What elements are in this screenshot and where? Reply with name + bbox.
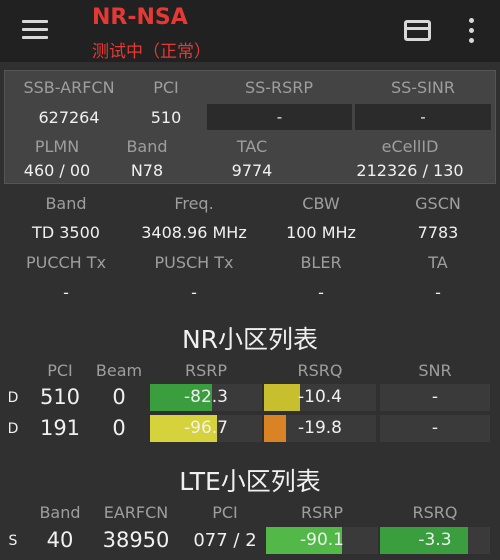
label-gscn: GSCN (415, 194, 461, 213)
lte-row-rsrp-bar: -90.1 (266, 527, 378, 554)
nr-row-beam: 0 (112, 385, 126, 409)
app-title: NR-NSA (92, 5, 188, 30)
label-pucch-tx: PUCCH Tx (25, 253, 107, 272)
value-tac: 9774 (231, 161, 273, 180)
lte-row-rsrq-value: -3.3 (418, 530, 452, 550)
hamburger-menu-icon[interactable] (22, 20, 48, 40)
lte-header-earfcn: EARFCN (103, 503, 169, 522)
label-band: Band (126, 137, 168, 156)
label-ta: TA (428, 253, 448, 272)
nr-row-snr-cell: - (380, 415, 490, 442)
app-status-subtitle: 测试中（正常） (92, 42, 211, 62)
nr-row-rsrp-bar: -96.7 (150, 415, 262, 442)
value-bler: - (318, 283, 324, 302)
label-ss-rsrp: SS-RSRP (244, 78, 314, 97)
label-ecellid: eCellID (381, 137, 439, 156)
lte-row-pci: 077 / 2 (193, 530, 257, 551)
lte-row-band: 40 (46, 528, 74, 552)
value-gscn: 7783 (417, 223, 459, 242)
nr-row-rsrq-bar: -10.4 (264, 384, 376, 411)
nr-row-snr-value: - (431, 418, 439, 438)
nr-row-tag: D (7, 390, 19, 406)
card-icon[interactable] (404, 20, 431, 41)
nr-header-beam: Beam (95, 361, 143, 380)
value-cbw: 100 MHz (286, 223, 356, 242)
nr-header-snr: SNR (418, 361, 452, 380)
label-ssb-arfcn: SSB-ARFCN (23, 78, 115, 97)
value-ssb-arfcn: 627264 (38, 108, 100, 127)
app-bar: NR-NSA 测试中（正常） (0, 0, 500, 62)
label-nr-band: Band (45, 194, 87, 213)
lte-header-rsrq: RSRQ (412, 503, 458, 522)
value-ss-rsrp: - (207, 104, 352, 130)
more-vert-icon[interactable] (466, 18, 476, 44)
value-ecellid: 212326 / 130 (356, 161, 464, 180)
lte-cell-list-title: LTE小区列表 (179, 467, 321, 496)
nr-row-beam: 0 (112, 416, 126, 440)
nr-row-rsrp-bar: -82.3 (150, 384, 262, 411)
label-pci: PCI (153, 78, 179, 97)
label-ss-sinr: SS-SINR (390, 78, 456, 97)
nr-row-snr-value: - (431, 387, 439, 407)
lte-row-rsrp-value: -90.1 (300, 530, 344, 550)
label-bler: BLER (300, 253, 342, 272)
value-freq: 3408.96 MHz (141, 223, 247, 242)
nr-row-tag: D (7, 421, 19, 437)
value-plmn: 460 / 00 (23, 161, 91, 180)
lte-header-rsrp: RSRP (300, 503, 344, 522)
lte-row-tag: S (8, 533, 18, 549)
nr-header-rsrp: RSRP (184, 361, 228, 380)
nr-row-rsrq-value: -10.4 (298, 387, 342, 407)
nr-cell-list-title: NR小区列表 (181, 325, 319, 354)
value-ta: - (435, 283, 441, 302)
nr-header-rsrq: RSRQ (297, 361, 343, 380)
lte-row-earfcn: 38950 (102, 528, 170, 552)
lte-header-band: Band (39, 503, 81, 522)
label-plmn: PLMN (34, 137, 80, 156)
nr-row-rsrq-value: -19.8 (298, 418, 342, 438)
lte-row-rsrq-bar: -3.3 (380, 527, 490, 554)
nr-row-rsrp-value: -82.3 (184, 387, 228, 407)
value-pci: 510 (150, 108, 182, 127)
nr-row-pci: 510 (39, 385, 81, 409)
serving-cell-panel: SSB-ARFCN PCI SS-RSRP SS-SINR 627264 510… (4, 70, 496, 184)
nr-header-pci: PCI (47, 361, 73, 380)
label-pusch-tx: PUSCH Tx (154, 253, 234, 272)
nr-row-rsrq-bar: -19.8 (264, 415, 376, 442)
nr-row-pci: 191 (39, 416, 81, 440)
value-ss-sinr: - (355, 104, 491, 130)
label-cbw: CBW (302, 194, 340, 213)
lte-header-pci: PCI (212, 503, 238, 522)
nr-row-snr-cell: - (380, 384, 490, 411)
value-band: N78 (130, 161, 164, 180)
value-pusch-tx: - (191, 283, 197, 302)
value-nr-band: TD 3500 (32, 223, 100, 242)
label-tac: TAC (236, 137, 268, 156)
nr-row-rsrp-value: -96.7 (184, 418, 228, 438)
value-pucch-tx: - (63, 283, 69, 302)
label-freq: Freq. (174, 194, 214, 213)
